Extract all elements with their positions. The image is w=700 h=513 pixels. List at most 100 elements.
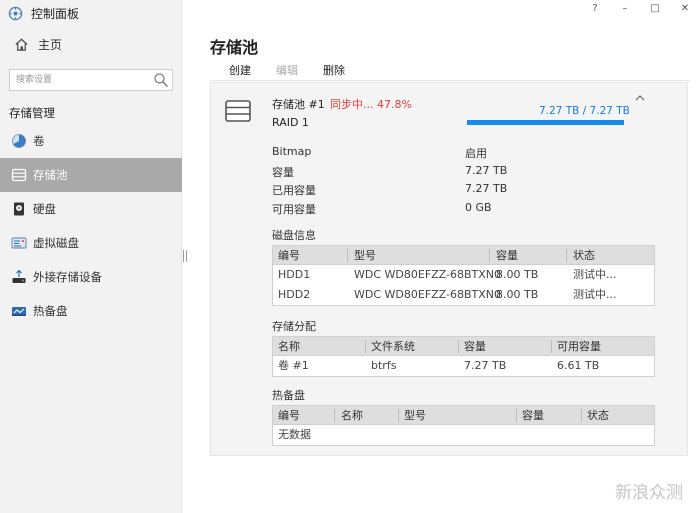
table-header: 名称 文件系统 容量 可用容量 — [273, 337, 654, 356]
app-header: 控制面板 — [8, 4, 79, 22]
property-key: 已用容量 — [272, 184, 316, 197]
table-cell: 测试中... — [573, 268, 617, 281]
property-key: Bitmap — [272, 145, 312, 158]
capacity-text: 7.27 TB / 7.27 TB — [539, 105, 630, 117]
sidebar-item-virtual-disk[interactable]: 虚拟磁盘 — [0, 226, 182, 260]
table-cell: 测试中... — [573, 288, 617, 301]
table-row[interactable]: HDD1 WDC WD80EFZZ-68BTXN0 8.00 TB 测试中... — [273, 265, 654, 285]
column-divider — [347, 249, 348, 262]
help-button[interactable]: ? — [580, 0, 610, 16]
hot-spare-icon — [11, 303, 27, 319]
property-key: 容量 — [272, 166, 294, 179]
hard-disk-icon — [11, 201, 27, 217]
column-header[interactable]: 编号 — [278, 406, 300, 425]
column-header[interactable]: 容量 — [522, 406, 544, 425]
column-divider — [516, 409, 517, 422]
storage-pool-panel: 存储池 #1 同步中... 47.8% RAID 1 7.27 TB / 7.2… — [210, 82, 688, 456]
edit-button[interactable]: 编辑 — [276, 62, 298, 78]
sidebar-item-label: 热备盘 — [33, 304, 68, 318]
sidebar-item-hard-disk[interactable]: 硬盘 — [0, 192, 182, 226]
search-icon[interactable] — [153, 72, 169, 88]
close-button[interactable]: ✕ — [670, 0, 700, 16]
column-header[interactable]: 型号 — [354, 246, 376, 265]
sidebar-item-external-storage[interactable]: 外接存储设备 — [0, 260, 182, 294]
column-divider — [489, 249, 490, 262]
property-value: 7.27 TB — [465, 164, 508, 177]
minimize-button[interactable]: – — [610, 0, 640, 16]
svg-text:新浪众测: 新浪众测 — [615, 483, 683, 503]
column-header[interactable]: 状态 — [587, 406, 609, 425]
column-header[interactable]: 可用容量 — [557, 337, 601, 356]
empty-row: 无数据 — [273, 425, 654, 445]
sidebar-resize-handle[interactable] — [183, 250, 187, 262]
column-divider — [398, 409, 399, 422]
page-title: 存储池 — [210, 38, 259, 57]
column-header[interactable]: 名称 — [278, 337, 300, 356]
property-value: 7.27 TB — [465, 182, 508, 195]
empty-message: 无数据 — [278, 428, 311, 441]
property-value: 启用 — [465, 147, 487, 160]
sidebar-item-storage-pool[interactable]: 存储池 — [0, 158, 182, 192]
column-header[interactable]: 型号 — [404, 406, 426, 425]
table-cell: 6.61 TB — [557, 359, 600, 372]
column-header[interactable]: 容量 — [464, 337, 486, 356]
column-divider — [334, 409, 335, 422]
column-header[interactable]: 名称 — [341, 406, 363, 425]
sidebar-item-hot-spare[interactable]: 热备盘 — [0, 294, 182, 328]
table-cell: HDD1 — [278, 268, 311, 281]
home-label: 主页 — [38, 37, 63, 52]
external-storage-icon — [11, 269, 27, 285]
watermark-logo: 新浪众测 — [615, 483, 683, 503]
sidebar-item-label: 卷 — [33, 134, 45, 148]
disk-info-title: 磁盘信息 — [272, 229, 316, 242]
table-cell: WDC WD80EFZZ-68BTXN0 — [354, 288, 502, 301]
allocation-table: 名称 文件系统 容量 可用容量 卷 #1 btrfs 7.27 TB 6.61 … — [272, 336, 655, 377]
property-key: 可用容量 — [272, 203, 316, 216]
search-box — [9, 69, 173, 91]
collapse-chevron-icon[interactable] — [634, 93, 646, 103]
toolbar: 创建 编辑 删除 — [210, 60, 690, 81]
column-divider — [581, 409, 582, 422]
section-title-storage: 存储管理 — [9, 106, 55, 120]
table-cell: WDC WD80EFZZ-68BTXN0 — [354, 268, 502, 281]
table-row[interactable]: 卷 #1 btrfs 7.27 TB 6.61 TB — [273, 356, 654, 376]
sidebar-nav: 卷 存储池 硬盘 虚拟磁盘 外接存储设备 热备盘 — [0, 124, 182, 328]
table-cell: 卷 #1 — [278, 359, 309, 372]
table-row[interactable]: HDD2 WDC WD80EFZZ-68BTXN0 8.00 TB 测试中... — [273, 285, 654, 305]
sidebar: 控制面板 主页 存储管理 卷 — [0, 0, 182, 513]
sidebar-item-label: 虚拟磁盘 — [33, 236, 79, 250]
search-input[interactable] — [10, 70, 150, 90]
storage-pool-icon — [225, 100, 251, 122]
sidebar-item-label: 存储池 — [33, 168, 68, 182]
pool-name: 存储池 #1 — [272, 98, 325, 111]
table-header: 编号 名称 型号 容量 状态 — [273, 406, 654, 425]
column-divider — [551, 340, 552, 353]
capacity-bar — [467, 120, 624, 125]
table-cell: 7.27 TB — [464, 359, 507, 372]
sidebar-item-volume[interactable]: 卷 — [0, 124, 182, 158]
column-header[interactable]: 状态 — [573, 246, 595, 265]
maximize-button[interactable]: □ — [640, 0, 670, 16]
capacity-bar-fill — [467, 120, 624, 125]
sidebar-item-label: 硬盘 — [33, 202, 56, 216]
column-header[interactable]: 文件系统 — [371, 337, 415, 356]
table-header: 编号 型号 容量 状态 — [273, 246, 654, 265]
raid-level: RAID 1 — [272, 116, 309, 129]
create-button[interactable]: 创建 — [229, 62, 251, 78]
delete-button[interactable]: 删除 — [323, 62, 345, 78]
volume-pie-icon — [11, 133, 27, 149]
column-header[interactable]: 编号 — [278, 246, 300, 265]
table-cell: 8.00 TB — [496, 288, 539, 301]
table-cell: HDD2 — [278, 288, 311, 301]
home-link[interactable]: 主页 — [14, 34, 62, 54]
hot-spare-title: 热备盘 — [272, 389, 305, 402]
sidebar-item-label: 外接存储设备 — [33, 270, 102, 284]
allocation-title: 存储分配 — [272, 320, 316, 333]
app-title: 控制面板 — [31, 6, 80, 21]
column-divider — [458, 340, 459, 353]
hot-spare-table: 编号 名称 型号 容量 状态 无数据 — [272, 405, 655, 446]
window-controls: ? – □ ✕ — [580, 0, 700, 16]
virtual-disk-icon — [11, 235, 27, 251]
column-header[interactable]: 容量 — [496, 246, 518, 265]
table-cell: btrfs — [371, 359, 397, 372]
